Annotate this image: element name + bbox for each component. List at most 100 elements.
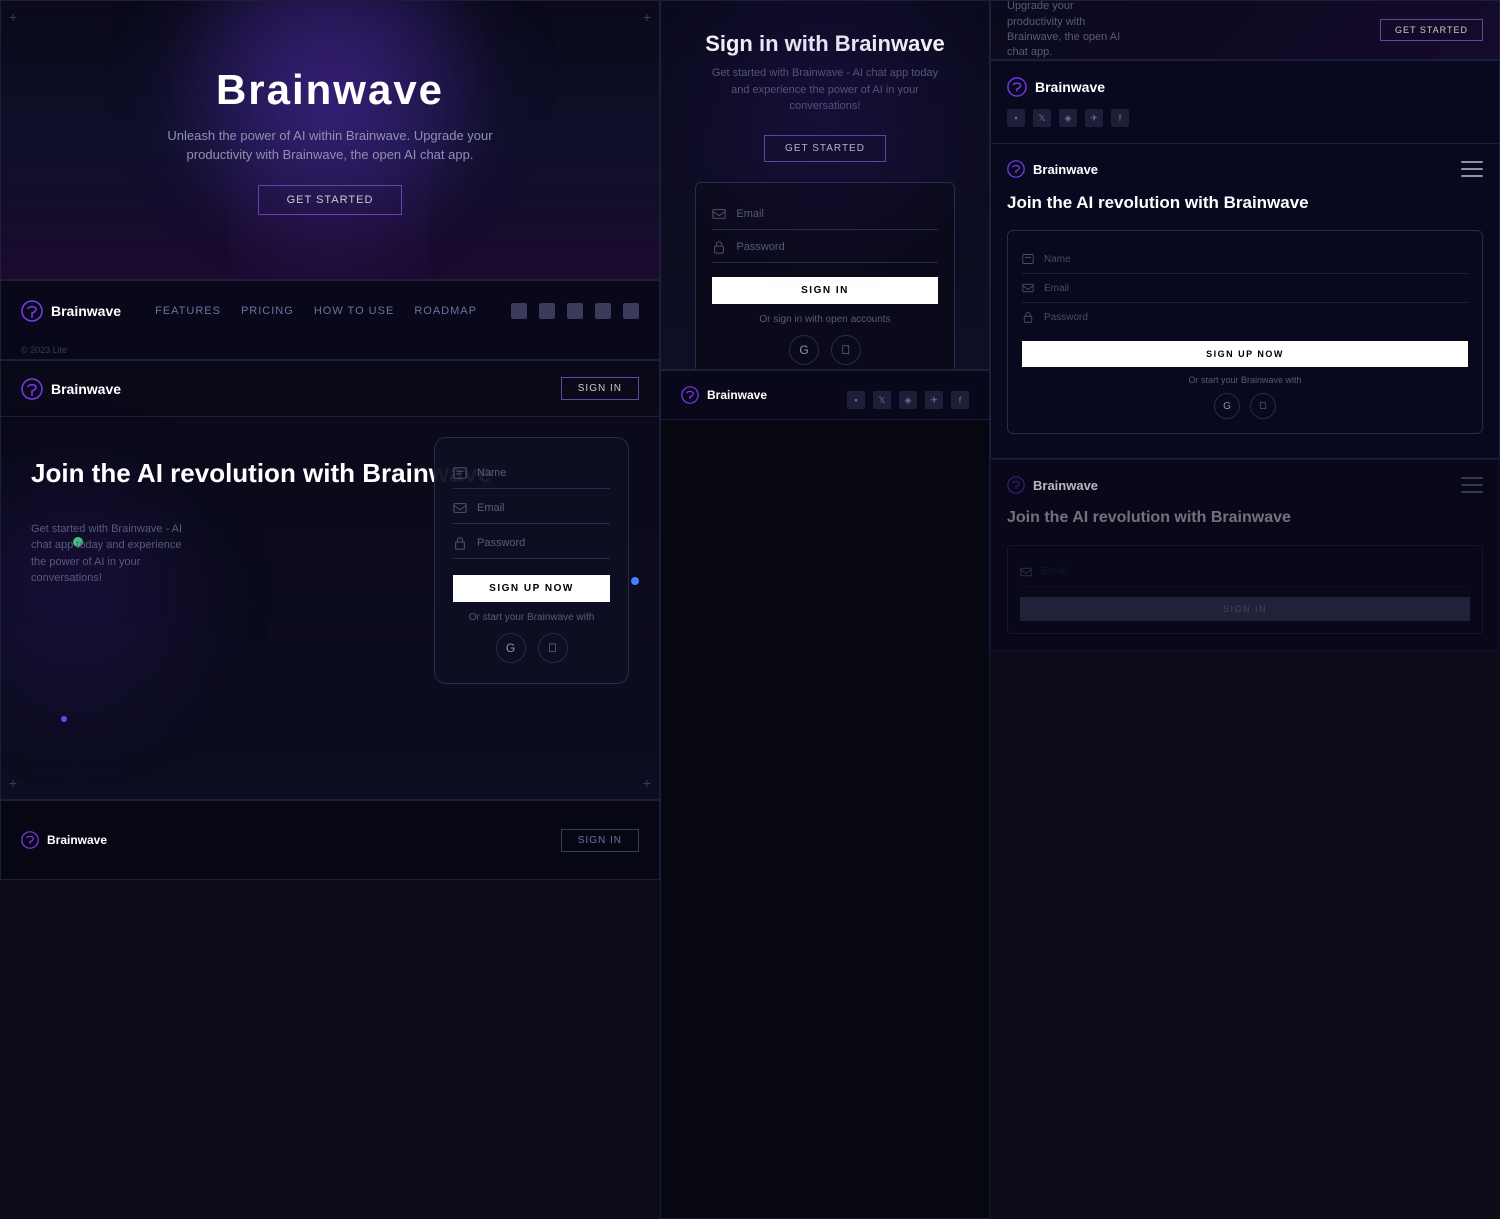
middle-section: Sign in with Brainwave Get started with … — [660, 0, 990, 1219]
nav-links: FEATURES PRICING HOW TO USE ROADMAP — [155, 305, 477, 317]
right-social-sq-1[interactable]: ▪ — [1007, 109, 1025, 127]
email-icon — [453, 501, 467, 515]
right-name-placeholder: Name — [1044, 254, 1071, 265]
right-faded-email-field: Email — [1020, 558, 1470, 587]
signin-apple-button[interactable]:  — [831, 335, 861, 365]
right-password-placeholder: Password — [1044, 312, 1088, 323]
top-right-text: Upgrade your productivity with Brainwave… — [1007, 0, 1127, 61]
right-faded-brand: Brainwave — [1007, 476, 1098, 494]
social-sq-3[interactable]: ◈ — [899, 391, 917, 409]
right-section: Upgrade your productivity with Brainwave… — [990, 0, 1500, 1219]
signin-password-field: Password — [712, 232, 937, 263]
signup-brand: Brainwave — [21, 378, 121, 400]
right-email-icon — [1022, 282, 1034, 294]
right-card1-brand: Brainwave — [1007, 77, 1483, 97]
right-social-sq-4[interactable]: ✈ — [1085, 109, 1103, 127]
brainwave-icon-right2 — [1007, 160, 1025, 178]
right-or-text: Or start your Brainwave with — [1022, 375, 1468, 385]
top-right-bar: Upgrade your productivity with Brainwave… — [990, 0, 1500, 60]
google-oauth-button[interactable]: G — [496, 633, 526, 663]
name-icon — [453, 466, 467, 480]
signup-brand-name: Brainwave — [51, 381, 121, 397]
right-faded-form: Email SIGN IN — [1007, 545, 1483, 634]
right-social-sq-3[interactable]: ◈ — [1059, 109, 1077, 127]
signin-footer-brand: Brainwave — [681, 386, 767, 404]
footer-brand: Brainwave — [21, 300, 121, 322]
social-sq-5[interactable]: f — [951, 391, 969, 409]
right-password-icon — [1022, 311, 1034, 323]
signup-card: Brainwave SIGN IN Join the AI revolution… — [0, 360, 660, 800]
hamburger-menu-icon[interactable] — [1461, 161, 1483, 177]
right-signup-submit-button[interactable]: SIGN UP NOW — [1022, 341, 1468, 367]
password-field: Password — [453, 528, 610, 559]
signin-preview-brand-name: Brainwave — [47, 833, 107, 847]
top-right-cta-button[interactable]: GET STARTED — [1380, 19, 1483, 41]
social-icon-5[interactable] — [623, 303, 639, 319]
footer-brand-name: Brainwave — [51, 303, 121, 319]
right-faded-title: Join the AI revolution with Brainwave — [1007, 508, 1483, 529]
signup-form-card: Name Email Password — [434, 437, 629, 684]
right-card1-brand-name: Brainwave — [1035, 79, 1105, 95]
hero-title: Brainwave — [216, 66, 444, 114]
right-email-placeholder: Email — [1044, 283, 1069, 294]
signin-email-icon — [712, 207, 726, 221]
get-started-button[interactable]: GET STARTED — [258, 185, 403, 215]
brainwave-icon-signup — [21, 378, 43, 400]
signup-header: Brainwave SIGN IN — [1, 361, 659, 417]
right-signup-card-header: Brainwave — [1007, 160, 1483, 178]
signin-oauth-buttons: G  — [712, 335, 937, 365]
right-faded-email-icon — [1020, 566, 1032, 578]
social-icon-3[interactable] — [567, 303, 583, 319]
social-sq-4[interactable]: ✈ — [925, 391, 943, 409]
email-field: Email — [453, 493, 610, 524]
or-text: Or start your Brainwave with — [453, 612, 610, 623]
signin-footer-brand-name: Brainwave — [707, 388, 767, 402]
password-icon — [453, 536, 467, 550]
signin-large-cta-button[interactable]: GET STARTED — [764, 135, 886, 162]
right-google-button[interactable]: G — [1214, 393, 1240, 419]
right-name-icon — [1022, 253, 1034, 265]
signin-password-placeholder: Password — [736, 241, 784, 253]
right-faded-signin-button: SIGN IN — [1020, 597, 1470, 621]
right-email-field: Email — [1022, 274, 1468, 303]
right-social-sq-5[interactable]: f — [1111, 109, 1129, 127]
corner-plus-tl: + — [9, 9, 17, 25]
social-icon-4[interactable] — [595, 303, 611, 319]
right-card-social: Brainwave ▪ 𝕏 ◈ ✈ f — [990, 60, 1500, 144]
nav-features[interactable]: FEATURES — [155, 305, 221, 317]
social-sq-2[interactable]: 𝕏 — [873, 391, 891, 409]
signin-preview-button[interactable]: SIGN IN — [561, 829, 639, 852]
brainwave-icon-right1 — [1007, 77, 1027, 97]
right-apple-button[interactable]:  — [1250, 393, 1276, 419]
right-signup-brand-name: Brainwave — [1033, 162, 1098, 177]
nav-roadmap[interactable]: ROADMAP — [414, 305, 477, 317]
right-faded-hamburger[interactable] — [1461, 477, 1483, 493]
signin-preview-brand: Brainwave — [21, 831, 107, 849]
right-social-sq-2[interactable]: 𝕏 — [1033, 109, 1051, 127]
signin-social-icons: ▪ 𝕏 ◈ ✈ f — [847, 391, 969, 409]
signin-preview-card: Brainwave SIGN IN — [0, 800, 660, 880]
social-icon-1[interactable] — [511, 303, 527, 319]
nav-how-to-use[interactable]: HOW TO USE — [314, 305, 395, 317]
brainwave-icon-right3 — [1007, 476, 1025, 494]
signin-large-title: Sign in with Brainwave — [705, 31, 945, 57]
signin-google-button[interactable]: G — [789, 335, 819, 365]
signup-submit-button[interactable]: SIGN UP NOW — [453, 575, 610, 602]
social-icons-row — [511, 303, 639, 319]
brainwave-icon-preview — [21, 831, 39, 849]
name-placeholder: Name — [477, 467, 506, 479]
signin-submit-button[interactable]: SIGN IN — [712, 277, 937, 304]
social-icon-2[interactable] — [539, 303, 555, 319]
signin-email-placeholder: Email — [736, 208, 764, 220]
hero-card: Brainwave Unleash the power of AI within… — [0, 0, 660, 280]
nav-pricing[interactable]: PRICING — [241, 305, 294, 317]
sign-in-header-button[interactable]: SIGN IN — [561, 377, 639, 400]
signin-email-field: Email — [712, 199, 937, 230]
apple-oauth-button[interactable]:  — [538, 633, 568, 663]
brainwave-icon-signin-footer — [681, 386, 699, 404]
social-sq-1[interactable]: ▪ — [847, 391, 865, 409]
oauth-buttons: G  — [453, 633, 610, 663]
middle-extra-space — [660, 420, 990, 1219]
right-signup-title: Join the AI revolution with Brainwave — [1007, 192, 1483, 214]
right-oauth-buttons: G  — [1022, 393, 1468, 419]
